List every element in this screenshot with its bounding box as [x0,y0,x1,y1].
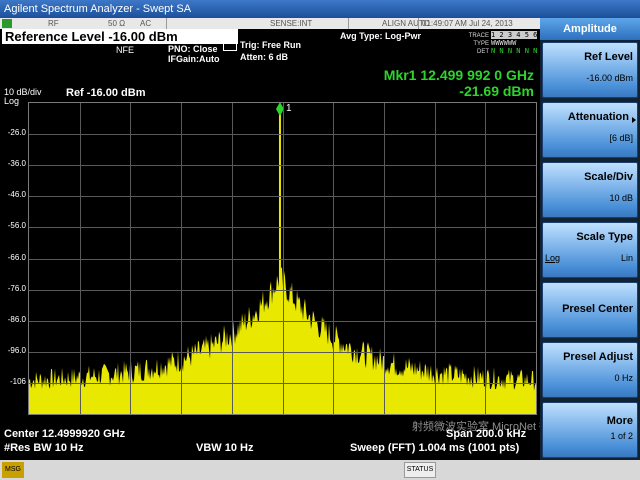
trace-row: TYPE WWWWWW [467,39,537,47]
trace-row-cells: N N N N N N [491,47,538,55]
softkey-label: More [606,415,633,427]
softkey-label: Attenuation [567,111,629,123]
softkey-value: 0 Hz [614,373,633,383]
y-tick-label: -86.0 [7,315,26,324]
softkey-value: 1 of 2 [610,431,633,441]
softkey-label: Scale Type [576,231,633,243]
msg-button[interactable]: MSG [2,462,24,478]
grid-line [333,103,334,414]
scale-type-softkey[interactable]: Scale Type Log Lin [542,222,638,278]
softkey-label: Presel Center [562,303,633,315]
grid-line [29,290,536,291]
coupling-label: AC [140,19,152,28]
attenuation-softkey[interactable]: Attenuation [6 dB] [542,102,638,158]
window-title: Agilent Spectrum Analyzer - Swept SA [0,0,640,18]
datetime-label: 01:49:07 AM Jul 24, 2013 [422,19,513,28]
ifgain-label: IFGain:Auto [168,54,220,64]
res-bw[interactable]: #Res BW 10 Hz [4,442,83,454]
grid-line [29,383,536,384]
softkey-option-lin: Lin [620,253,633,263]
presel-center-softkey[interactable]: Presel Center [542,282,638,338]
divider [166,18,167,29]
pno-label: PNO: Close [168,44,218,54]
y-tick-label: -96.0 [7,346,26,355]
submenu-arrow-icon [632,117,636,123]
sweep-icon [223,43,237,51]
center-frequency[interactable]: Center 12.4999920 GHz [4,428,125,440]
vbw[interactable]: VBW 10 Hz [196,442,253,454]
scale-div-softkey[interactable]: Scale/Div 10 dB [542,162,638,218]
ref-level-softkey[interactable]: Ref Level -16.00 dBm [542,42,638,98]
marker-frequency: Mkr1 12.499 992 0 GHz [383,67,534,83]
watermark-text: 射频微波实验室 MicroNet 微网 [412,421,562,433]
trace-row-cells: WWWWWW [491,39,517,47]
grid-line [29,321,536,322]
y-tick-label: -46.0 [7,190,26,199]
spectrum-plot: 10 dB/div Log Ref -16.00 dBm Mkr1 12.499… [0,65,540,425]
ref-label: Ref -16.00 dBm [66,87,146,99]
trace-row-cells: 1 2 3 4 5 6 [491,31,538,39]
rf-label: RF [48,19,59,28]
nfe-label: NFE [116,45,134,55]
divider [418,18,419,29]
softkey-label: Ref Level [584,51,633,63]
trace-row: TRACE 1 2 3 4 5 6 [467,31,538,39]
softkey-label: Presel Adjust [563,351,633,363]
trace-table: TRACE 1 2 3 4 5 6 TYPE WWWWWW DET N N N N N… [467,31,538,55]
y-tick-label: -26.0 [7,128,26,137]
marker-amplitude: -21.69 dBm [459,83,534,99]
sense-label: SENSE:INT [270,19,313,28]
softkey-panel: Amplitude Ref Level -16.00 dBm Attenuati… [540,18,640,460]
grid-line [29,352,536,353]
y-tick-label: -36.0 [7,159,26,168]
trace-row: DET N N N N N N [467,47,537,55]
status-button[interactable]: STATUS [404,462,436,478]
avg-type-label: Avg Type: Log-Pwr [340,31,421,41]
y-tick-label: -56.0 [7,221,26,230]
bottom-status-bar: MSG STATUS [0,460,640,480]
softkey-value: [6 dB] [609,133,633,143]
status-strip: RF 50 Ω AC SENSE:INT ALIGN AUTO 01:49:07… [0,18,540,29]
divider [348,18,349,29]
impedance-label: 50 Ω [108,19,126,28]
grid-line [283,103,284,414]
trig-label: Trig: Free Run [240,40,302,50]
atten-label: Atten: 6 dB [240,52,288,62]
sweep[interactable]: Sweep (FFT) 1.004 ms (1001 pts) [350,442,519,454]
softkey-label: Scale/Div [584,171,633,183]
panel-title: Amplitude [540,18,640,40]
softkey-value: 10 dB [609,193,633,203]
trace-row-label: DET [477,49,489,55]
plot-grid[interactable]: 1 [28,102,537,415]
reference-level-readout[interactable]: Reference Level -16.00 dBm [2,29,238,44]
led-indicator [2,19,12,28]
y-tick-label: -76.0 [7,284,26,293]
more-softkey[interactable]: More 1 of 2 [542,402,638,458]
scale-type: Log [4,96,20,106]
y-tick-label: -66.0 [7,253,26,262]
y-tick-label: -106 [9,377,26,386]
grid-line [384,103,385,414]
softkey-option-log: Log [545,253,561,263]
grid-line [435,103,436,414]
measurement-header: Reference Level -16.00 dBm NFE PNO: Clos… [0,29,540,65]
grid-line [485,103,486,414]
presel-adjust-softkey[interactable]: Presel Adjust 0 Hz [542,342,638,398]
marker-number: 1 [286,103,292,114]
softkey-value: -16.00 dBm [586,73,633,83]
